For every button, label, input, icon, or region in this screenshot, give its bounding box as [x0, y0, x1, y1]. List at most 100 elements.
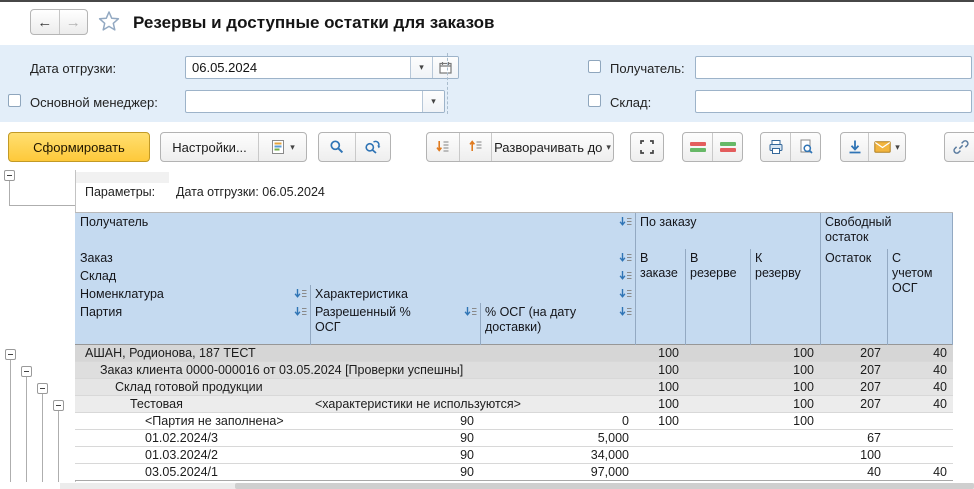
cell-to-reserve[interactable]: 100 [750, 362, 820, 378]
cell-with-osg[interactable] [887, 447, 953, 463]
cell-to-reserve[interactable]: 100 [750, 396, 820, 412]
table-row-group4[interactable]: Тестовая <характеристики не используются… [75, 396, 953, 413]
recipient-checkbox[interactable] [588, 60, 601, 73]
collapse-all-button[interactable] [459, 133, 491, 161]
table-row-batch[interactable]: 01.02.2024/3 90 5,000 67 [75, 430, 953, 447]
cell-to-reserve[interactable]: 100 [750, 345, 820, 361]
warehouse-input[interactable] [696, 91, 971, 112]
cell-balance[interactable]: 207 [820, 345, 887, 361]
cell-in-order[interactable] [635, 430, 685, 446]
cell-to-reserve[interactable]: 100 [750, 413, 820, 429]
forward-button[interactable]: → [60, 10, 88, 34]
sort-icon[interactable] [619, 288, 632, 299]
cell-allowed-osg[interactable]: 90 [310, 430, 480, 446]
collapse-group1-icon[interactable] [5, 349, 16, 360]
manager-dropdown-button[interactable]: ▾ [422, 91, 444, 112]
cell-with-osg[interactable] [887, 430, 953, 446]
generate-button[interactable]: Сформировать [8, 132, 150, 162]
favorite-star-icon[interactable] [98, 10, 120, 37]
cell-in-reserve[interactable] [685, 447, 750, 463]
cell-to-reserve[interactable] [750, 464, 820, 480]
horizontal-scrollbar[interactable] [60, 483, 974, 489]
print-preview-button[interactable] [790, 133, 820, 161]
cell-in-reserve[interactable] [685, 413, 750, 429]
cell-balance[interactable]: 67 [820, 430, 887, 446]
recipient-input[interactable] [696, 57, 971, 78]
sort-icon[interactable] [464, 306, 477, 317]
row-label[interactable]: 03.05.2024/1 [75, 464, 310, 480]
header-osg-on-delivery[interactable]: % ОСГ (на дату доставки) [480, 303, 635, 346]
fullscreen-button[interactable] [630, 132, 664, 162]
ship-date-dropdown-button[interactable]: ▾ [410, 57, 432, 78]
back-button[interactable]: ← [31, 10, 60, 34]
cell-to-reserve[interactable]: 100 [750, 379, 820, 395]
get-link-button[interactable] [944, 132, 974, 162]
cell-balance[interactable]: 40 [820, 464, 887, 480]
sort-icon[interactable] [619, 252, 632, 263]
sort-icon[interactable] [619, 270, 632, 281]
highlight-negative-button[interactable] [683, 133, 712, 161]
cell-osg-on-delivery[interactable]: 0 [480, 413, 635, 429]
cell-in-order[interactable] [635, 464, 685, 480]
expand-to-button[interactable]: Разворачивать до ▾ [491, 133, 613, 161]
cell-in-order[interactable]: 100 [635, 413, 685, 429]
cell-osg-on-delivery[interactable]: 97,000 [480, 464, 635, 480]
cell-in-order[interactable]: 100 [635, 379, 685, 395]
cell-to-reserve[interactable] [750, 430, 820, 446]
cell-balance[interactable] [820, 413, 887, 429]
cell-with-osg[interactable]: 40 [887, 396, 953, 412]
table-row-group1[interactable]: АШАН, Родионова, 187 ТЕСТ 100 100 207 40 [75, 345, 953, 362]
cell-in-order[interactable]: 100 [635, 396, 685, 412]
row-label[interactable]: Тестовая [75, 396, 310, 412]
calendar-button[interactable] [432, 57, 458, 78]
cell-allowed-osg[interactable]: 90 [310, 413, 480, 429]
row-label[interactable]: Заказ клиента 0000-000016 от 03.05.2024 … [75, 362, 635, 378]
header-balance[interactable]: Остаток [820, 249, 887, 346]
cell-in-order[interactable]: 100 [635, 345, 685, 361]
row-label[interactable]: 01.02.2024/3 [75, 430, 310, 446]
table-row-batch[interactable]: <Партия не заполнена> 90 0 100 100 [75, 413, 953, 430]
cell-with-osg[interactable] [887, 413, 953, 429]
header-characteristic[interactable]: Характеристика [310, 285, 635, 303]
header-with-osg[interactable]: С учетом ОСГ [887, 249, 952, 346]
cell-with-osg[interactable]: 40 [887, 362, 953, 378]
row-label[interactable]: <Партия не заполнена> [75, 413, 310, 429]
sort-icon[interactable] [294, 306, 307, 317]
cell-in-reserve[interactable] [685, 345, 750, 361]
settings-button[interactable]: Настройки... [161, 133, 258, 161]
cell-in-reserve[interactable] [685, 464, 750, 480]
cell-balance[interactable]: 207 [820, 396, 887, 412]
sort-icon[interactable] [294, 288, 307, 299]
save-file-button[interactable] [841, 133, 868, 161]
sort-icon[interactable] [619, 306, 632, 317]
cell-balance[interactable]: 207 [820, 379, 887, 395]
find-button[interactable] [319, 133, 355, 161]
header-in-reserve[interactable]: В резерве [685, 249, 750, 346]
collapse-group2-icon[interactable] [21, 366, 32, 377]
header-batch[interactable]: Партия [75, 303, 310, 346]
cell-to-reserve[interactable] [750, 447, 820, 463]
cell-in-reserve[interactable] [685, 362, 750, 378]
header-allowed-osg[interactable]: Разрешенный % ОСГ [310, 303, 480, 346]
cell-in-order[interactable]: 100 [635, 362, 685, 378]
header-order[interactable]: Заказ [75, 249, 635, 267]
cell-in-order[interactable] [635, 447, 685, 463]
cell-in-reserve[interactable] [685, 430, 750, 446]
cell-osg-on-delivery[interactable]: 5,000 [480, 430, 635, 446]
header-recipient[interactable]: Получатель [75, 213, 635, 249]
expand-all-button[interactable] [427, 133, 459, 161]
cell-characteristic[interactable]: <характеристики не используются> [310, 396, 635, 412]
header-warehouse[interactable]: Склад [75, 267, 635, 285]
manager-checkbox[interactable] [8, 94, 21, 107]
collapse-group3-icon[interactable] [37, 383, 48, 394]
cell-with-osg[interactable]: 40 [887, 379, 953, 395]
cell-balance[interactable]: 207 [820, 362, 887, 378]
header-free-balance[interactable]: Свободный остаток [820, 213, 952, 249]
warehouse-checkbox[interactable] [588, 94, 601, 107]
table-row-batch[interactable]: 03.05.2024/1 90 97,000 40 40 [75, 464, 953, 481]
collapse-report-icon[interactable] [4, 170, 15, 181]
cell-allowed-osg[interactable]: 90 [310, 464, 480, 480]
cell-in-reserve[interactable] [685, 396, 750, 412]
find-next-button[interactable] [355, 133, 391, 161]
header-in-order[interactable]: В заказе [635, 249, 685, 346]
